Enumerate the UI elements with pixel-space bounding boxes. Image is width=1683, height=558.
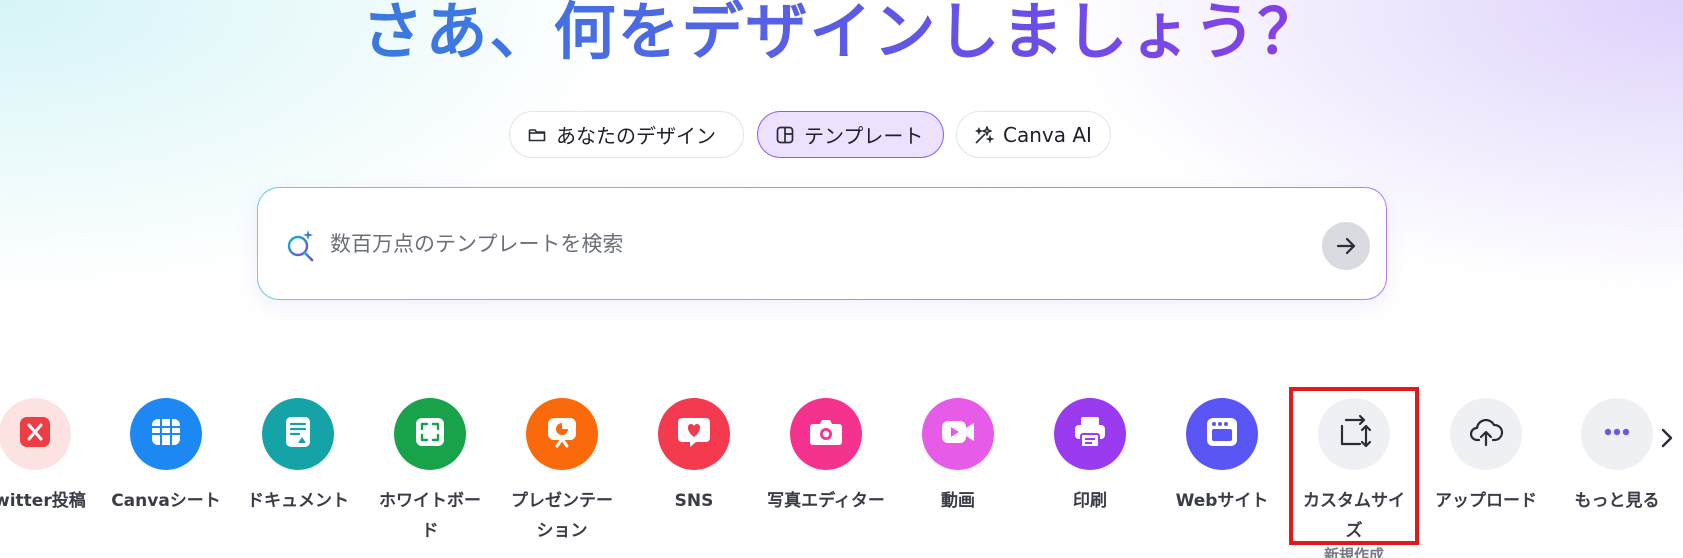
shortcut-icon-bg: [1450, 398, 1522, 470]
x-twitter-icon: [17, 414, 53, 454]
chevron-right-icon: [1661, 428, 1673, 448]
search-submit-button[interactable]: [1322, 222, 1370, 270]
shortcut-label: SNS: [674, 491, 714, 511]
shortcut-see-more[interactable]: もっと見る: [1556, 398, 1678, 516]
shortcut-icon-bg: [1186, 398, 1258, 470]
camera-icon: [806, 412, 846, 456]
shortcut-label: Canvaシート: [111, 491, 221, 511]
shortcut-video[interactable]: 動画: [897, 398, 1019, 516]
tab-templates[interactable]: テンプレート: [757, 111, 944, 158]
shortcut-label: 動画: [941, 491, 975, 511]
design-source-tabs: あなたのデザイン テンプレート Canva AI: [0, 111, 1683, 159]
shortcut-custom-size[interactable]: カスタムサイズ: [1293, 398, 1415, 546]
shortcut-icon-bg: [130, 398, 202, 470]
new-badge: 新規作成: [1323, 546, 1384, 558]
whiteboard-icon: [410, 412, 450, 456]
resize-icon: [1334, 412, 1374, 456]
shortcut-presentation[interactable]: プレゼンテーション: [501, 398, 623, 546]
tab-your-designs[interactable]: あなたのデザイン: [509, 111, 744, 158]
shortcut-icon-bg: [658, 398, 730, 470]
heart-chat-icon: [674, 412, 714, 456]
shortcut-label: プレゼンテーション: [511, 491, 613, 541]
search-input[interactable]: [330, 222, 1230, 266]
website-icon: [1202, 412, 1242, 456]
magic-search-icon: [284, 228, 318, 262]
tab-label: あなたのデザイン: [556, 124, 716, 148]
sparkle-icon: [973, 124, 995, 146]
shortcut-whiteboard[interactable]: ホワイトボード: [369, 398, 491, 546]
shortcut-website[interactable]: Webサイト: [1161, 398, 1283, 516]
shortcut-icon-bg: [526, 398, 598, 470]
shortcut-label: もっと見る: [1574, 491, 1660, 511]
shortcut-canva-sheet[interactable]: Canvaシート: [105, 398, 227, 516]
tab-label: テンプレート: [804, 124, 924, 148]
design-type-shortcuts: Twitter投稿 Canvaシート ドキュメント ホワイトボード: [0, 398, 1683, 558]
shortcut-label: 写真エディター: [767, 491, 885, 511]
video-icon: [938, 412, 978, 456]
shortcut-icon-bg: [922, 398, 994, 470]
shortcut-icon-bg: [1318, 398, 1390, 470]
template-search-box: [257, 187, 1387, 300]
shortcut-icon-bg: [394, 398, 466, 470]
tab-canva-ai[interactable]: Canva AI: [956, 111, 1111, 158]
shortcut-photo-editor[interactable]: 写真エディター: [765, 398, 887, 516]
sheet-icon: [146, 412, 186, 456]
template-icon: [774, 124, 796, 146]
arrow-right-icon: [1336, 237, 1356, 255]
shortcut-label: Twitter投稿: [0, 491, 86, 511]
shortcut-sns[interactable]: SNS: [633, 398, 755, 516]
shortcut-label: アップロード: [1435, 491, 1537, 511]
shortcut-twitter-post[interactable]: Twitter投稿: [0, 398, 96, 516]
more-dots-icon: [1597, 412, 1637, 456]
shortcut-label: Webサイト: [1175, 491, 1269, 511]
shortcut-document[interactable]: ドキュメント: [237, 398, 359, 516]
presentation-icon: [542, 412, 582, 456]
folder-icon: [526, 124, 548, 146]
tab-label: Canva AI: [1003, 122, 1092, 147]
shortcut-label: ホワイトボード: [379, 491, 481, 541]
shortcut-label: ドキュメント: [247, 491, 349, 511]
shortcut-label: カスタムサイズ: [1303, 491, 1405, 541]
carousel-next-button[interactable]: [1656, 422, 1678, 454]
shortcut-icon-bg: [262, 398, 334, 470]
document-icon: [278, 412, 318, 456]
shortcut-icon-bg: [790, 398, 862, 470]
shortcut-label: 印刷: [1073, 491, 1107, 511]
shortcut-icon-bg: [1581, 398, 1653, 470]
cloud-upload-icon: [1466, 412, 1506, 456]
printer-icon: [1070, 412, 1110, 456]
page-title: さあ、何をデザインしましょう？: [0, 0, 1683, 72]
shortcut-icon-bg: [1054, 398, 1126, 470]
shortcut-print[interactable]: 印刷: [1029, 398, 1151, 516]
shortcut-icon-bg: [0, 398, 71, 470]
shortcut-upload[interactable]: アップロード: [1425, 398, 1547, 516]
